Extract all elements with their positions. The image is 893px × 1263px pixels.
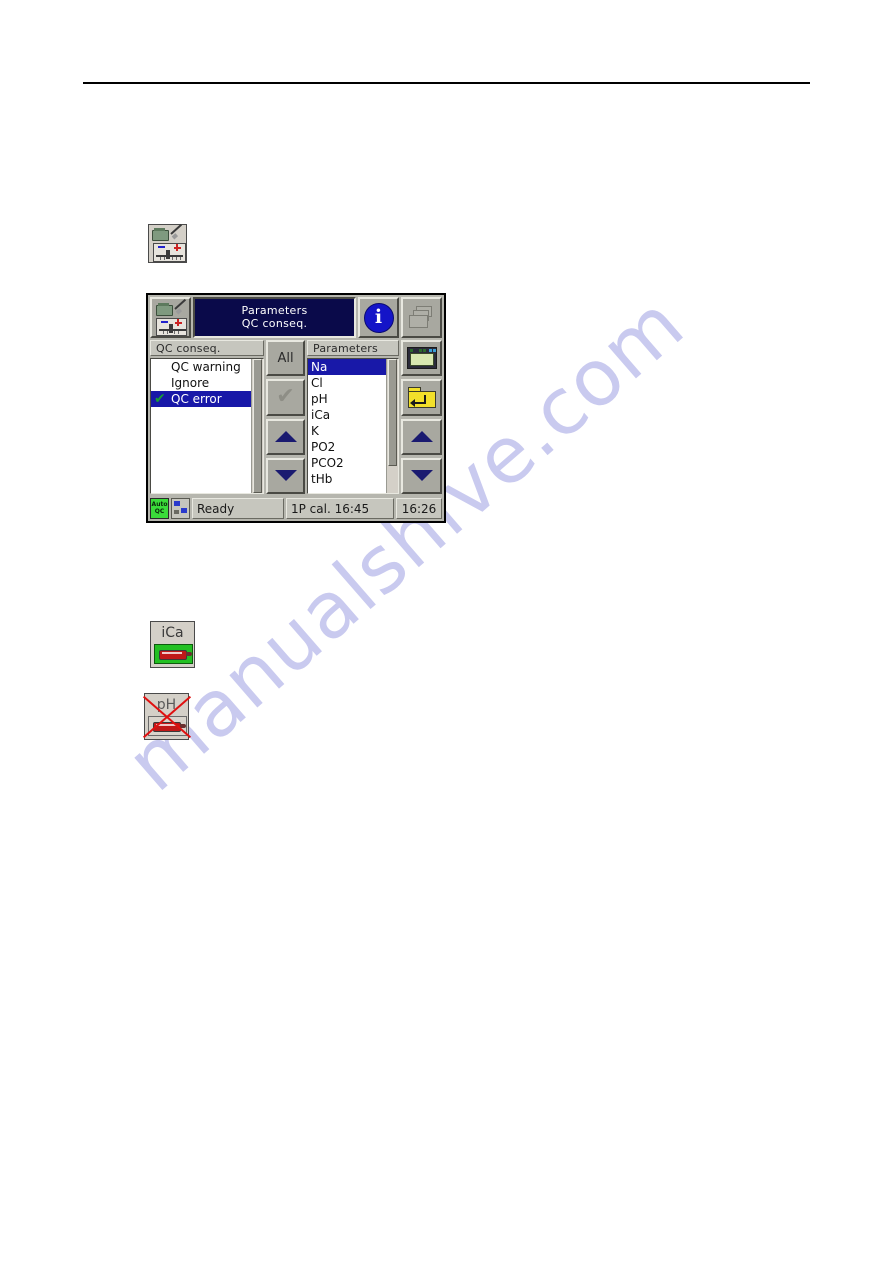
parameters-list-title: Parameters [307,340,399,356]
parameters-list-items: Na Cl pH iCa K PO2 PCO2 tHb [308,359,386,493]
sample-tray-icon [156,303,173,316]
qc-conseq-panel: QC conseq. QC warning Ignore ✔ QC error [150,340,264,494]
network-icon[interactable] [171,498,190,519]
table-row[interactable]: iCa [308,407,386,423]
calibration-icon [155,298,190,316]
ica-electrode-label: iCa [161,625,184,641]
triangle-up-icon [274,431,297,443]
clock: 16:26 [396,498,442,519]
calibration-icon [148,223,187,263]
ph-electrode-disabled-icon: pH [142,693,191,740]
info-button[interactable]: i [358,297,399,338]
ica-electrode-icon: iCa [150,621,195,668]
list-item-label: pH [311,391,328,406]
list-item[interactable]: Ignore [151,375,251,391]
confirm-button[interactable]: ✔ [266,379,305,416]
check-icon: ✔ [154,390,166,407]
minus-mark-icon [161,321,168,323]
scale-slider-icon [166,250,170,259]
calibration-icon-top [151,223,186,241]
page-header-rule [83,82,810,84]
table-row[interactable]: Na [308,359,386,375]
list-item[interactable]: QC warning [151,359,251,375]
electrode-glyph-icon [159,650,192,660]
check-icon: ✔ [276,384,295,410]
ph-electrode-label: pH [156,697,177,713]
table-row[interactable]: pH [308,391,386,407]
screen-title-line2: QC conseq. [241,316,308,330]
print-pages-icon [408,305,436,330]
scrollbar-thumb[interactable] [253,359,262,493]
screen-title-line1: Parameters [241,303,308,317]
all-button[interactable]: All [266,340,305,377]
table-row[interactable]: tHb [308,471,386,487]
list-item-label: K [311,423,319,438]
triangle-down-icon [410,470,433,482]
list-item-label: tHb [311,471,333,486]
list-scroll-up-button[interactable] [401,418,442,455]
all-button-label: All [277,350,294,366]
back-folder-button[interactable] [401,379,442,416]
table-row[interactable]: Cl [308,375,386,391]
list-item-label: iCa [311,407,331,422]
calibration-status: 1P cal. 16:45 [286,498,394,519]
print-button[interactable] [401,297,442,338]
list-item-label: Cl [311,375,323,390]
plus-mark-vertical-icon [177,319,179,326]
list-scroll-down-button[interactable] [401,457,442,494]
auto-qc-badge-line2: QC [154,507,165,515]
scrollbar-thumb[interactable] [388,359,397,467]
status-text: Ready [192,498,284,519]
auto-qc-badge[interactable]: Auto QC [150,498,169,519]
right-button-column [401,340,442,494]
scroll-down-button[interactable] [266,457,305,494]
electrode-status-off-chip [148,716,187,736]
calibration-scale-icon [156,318,187,336]
qc-conseq-list-title: QC conseq. [150,340,264,356]
screen-title: Parameters QC conseq. [193,297,356,338]
calibration-scale-icon [153,243,186,262]
list-item-label: QC error [171,391,222,406]
list-item-label: PO2 [311,439,336,454]
pipette-icon [174,298,188,316]
keypad-button[interactable] [401,340,442,377]
table-row[interactable]: PCO2 [308,455,386,471]
table-row[interactable]: K [308,423,386,439]
triangle-down-icon [274,470,297,482]
qc-conseq-scrollbar[interactable] [251,359,263,493]
qc-conseq-list-items: QC warning Ignore ✔ QC error [151,359,251,493]
parameters-panel: Parameters Na Cl pH iCa K PO2 PCO2 tHb [307,340,399,494]
minus-mark-icon [158,246,165,248]
analyzer-body: QC conseq. QC warning Ignore ✔ QC error [150,340,442,494]
status-bar: Auto QC Ready 1P cal. 16:45 16:26 [150,498,442,519]
scroll-up-button[interactable] [266,418,305,455]
info-icon: i [363,302,394,333]
header-menu-icon-button[interactable] [150,297,191,338]
list-item-label: PCO2 [311,455,344,470]
watermark: manualshive.com [110,279,893,1050]
analyzer-header: Parameters QC conseq. i [150,297,442,338]
list-item-label: Ignore [171,375,210,390]
keypad-icon [406,347,437,370]
folder-back-icon [407,386,436,408]
triangle-up-icon [410,431,433,443]
electrode-glyph-icon [153,722,186,732]
pipette-icon [170,223,184,241]
qc-conseq-list[interactable]: QC warning Ignore ✔ QC error [150,358,264,494]
parameters-list[interactable]: Na Cl pH iCa K PO2 PCO2 tHb [307,358,399,494]
parameters-scrollbar[interactable] [386,359,398,493]
analyzer-screen: Parameters QC conseq. i QC conseq. QC wa… [146,293,446,523]
list-item-label: QC warning [171,359,241,374]
list-item-label: Na [311,359,328,374]
sample-tray-icon [152,228,169,241]
scale-slider-icon [169,324,173,333]
electrode-status-ok-chip [154,644,193,664]
plus-mark-vertical-icon [176,244,178,251]
table-row[interactable]: PO2 [308,439,386,455]
middle-button-column: All ✔ [266,340,305,494]
list-item[interactable]: ✔ QC error [151,391,251,407]
